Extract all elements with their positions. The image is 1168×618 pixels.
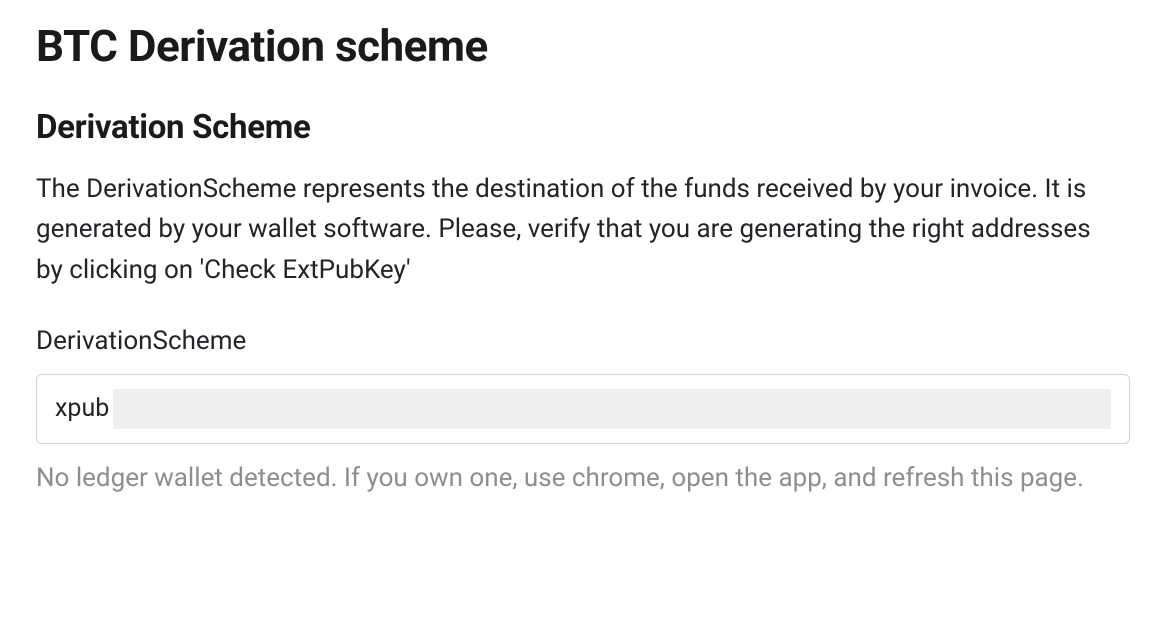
page-title: BTC Derivation scheme xyxy=(36,20,1132,72)
section-heading: Derivation Scheme xyxy=(36,108,1132,147)
derivation-scheme-label: DerivationScheme xyxy=(36,326,1132,356)
page-container: BTC Derivation scheme Derivation Scheme … xyxy=(0,0,1168,518)
derivation-scheme-value: xpub xyxy=(55,394,109,423)
redacted-content xyxy=(113,389,1111,429)
ledger-hint: No ledger wallet detected. If you own on… xyxy=(36,458,1096,498)
derivation-scheme-input[interactable]: xpub xyxy=(36,374,1130,444)
section-description: The DerivationScheme represents the dest… xyxy=(36,169,1096,290)
